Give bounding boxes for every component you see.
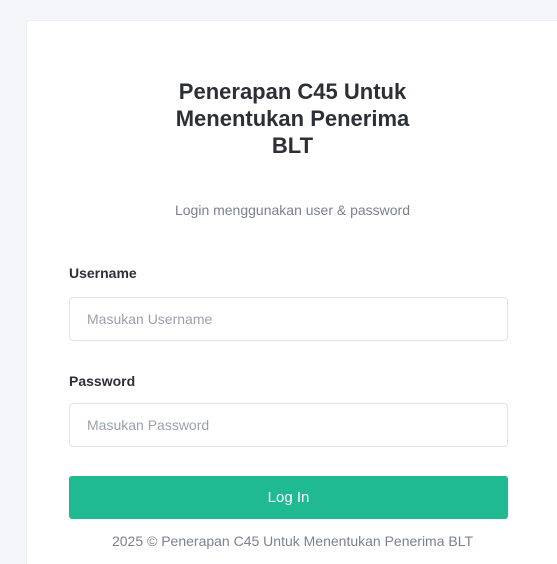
username-input[interactable] <box>69 297 508 341</box>
username-label: Username <box>69 265 137 281</box>
title-line-2: Menentukan Penerima <box>175 106 410 131</box>
footer-copyright: 2025 © Penerapan C45 Untuk Menentukan Pe… <box>111 533 474 549</box>
login-card: Penerapan C45 Untuk Menentukan Penerima … <box>26 20 557 564</box>
title-line-3: BLT <box>271 133 314 158</box>
password-input[interactable] <box>69 403 508 447</box>
login-button[interactable]: Log In <box>69 476 508 519</box>
password-label: Password <box>69 373 136 389</box>
page-title: Penerapan C45 Untuk Menentukan Penerima … <box>27 78 557 159</box>
title-line-1: Penerapan C45 Untuk <box>178 79 407 104</box>
login-subtitle: Login menggunakan user & password <box>174 202 411 218</box>
